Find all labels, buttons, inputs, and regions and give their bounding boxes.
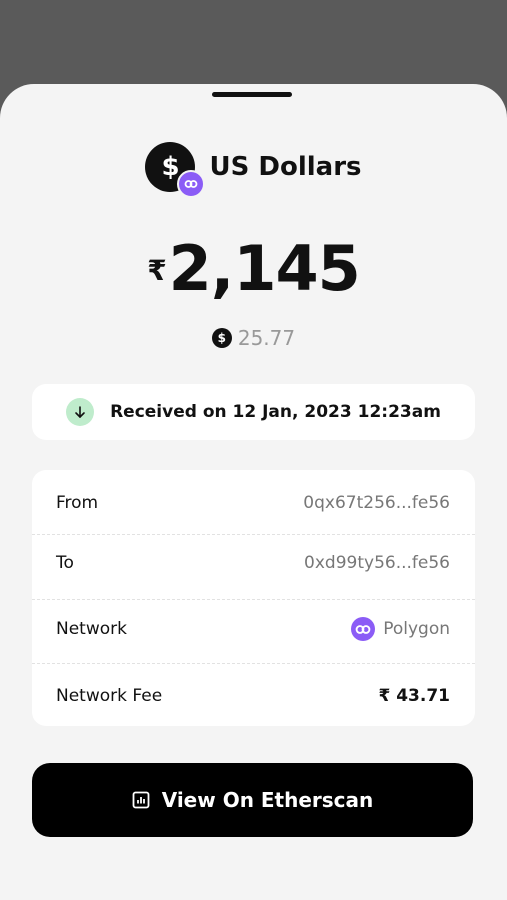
view-etherscan-button[interactable]: View On Etherscan: [32, 763, 473, 837]
transaction-sheet: $ US Dollars ₹ 2,145 $ 25.77 Received on…: [0, 84, 507, 900]
from-label: From: [56, 493, 99, 513]
coin-symbol: $: [161, 152, 180, 182]
network-value: Polygon: [351, 617, 450, 641]
currency-header: $ US Dollars: [0, 142, 507, 198]
arrow-down-icon: [66, 398, 95, 426]
status-text: Received on 12 Jan, 2023 12:23am: [110, 402, 441, 422]
view-etherscan-label: View On Etherscan: [161, 788, 374, 812]
from-row: From 0qx67t256...fe56: [56, 491, 450, 515]
sub-amount-display: $ 25.77: [0, 326, 507, 350]
dollar-mini-icon: $: [211, 328, 232, 348]
fee-value: ₹ 43.71: [378, 686, 450, 706]
status-card: Received on 12 Jan, 2023 12:23am: [32, 384, 475, 440]
to-label: To: [56, 553, 74, 573]
fee-row: Network Fee ₹ 43.71: [56, 684, 450, 708]
amount-value: 2,145: [168, 232, 361, 305]
chart-icon: [132, 791, 150, 809]
to-row: To 0xd99ty56...fe56: [56, 551, 450, 575]
rupee-symbol: ₹: [147, 254, 167, 287]
divider: [32, 663, 475, 664]
details-card: From 0qx67t256...fe56 To 0xd99ty56...fe5…: [32, 470, 475, 726]
fee-label: Network Fee: [56, 686, 163, 706]
to-address[interactable]: 0xd99ty56...fe56: [304, 553, 450, 573]
network-row: Network Polygon: [56, 617, 450, 641]
divider: [32, 599, 475, 600]
amount-display: ₹ 2,145: [0, 234, 507, 304]
network-name: Polygon: [383, 619, 450, 639]
drag-handle[interactable]: [212, 92, 292, 97]
dollar-coin-icon: $: [145, 142, 206, 198]
from-address[interactable]: 0qx67t256...fe56: [303, 493, 450, 513]
divider: [32, 534, 475, 535]
network-label: Network: [56, 619, 127, 639]
currency-name: US Dollars: [209, 152, 362, 182]
sub-amount-value: 25.77: [237, 326, 296, 350]
polygon-badge-icon: [177, 170, 206, 198]
polygon-icon: [351, 617, 376, 641]
